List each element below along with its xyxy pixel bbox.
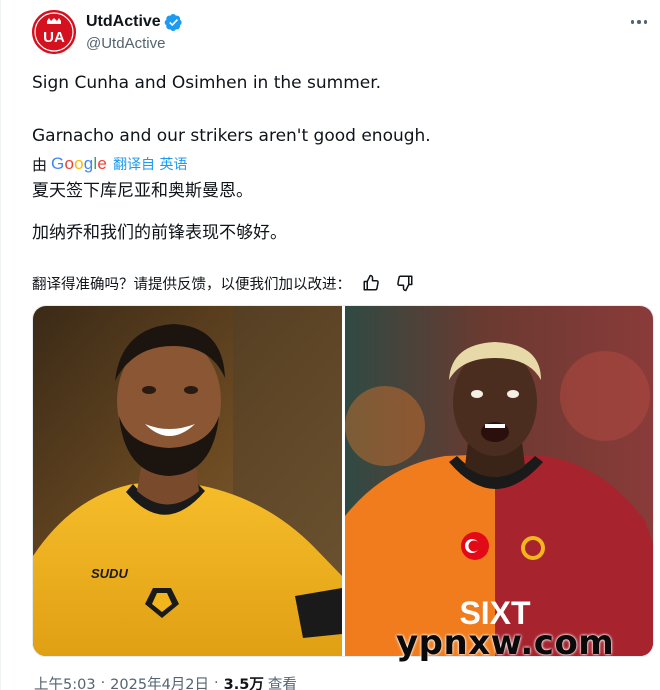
translated-by-label: 由	[32, 155, 48, 174]
tweet-meta: 上午5:03 · 2025年4月2日 · 3.5万 查看	[34, 672, 297, 690]
translated-line: 加纳乔和我们的前锋表现不够好。	[32, 223, 287, 243]
tweet-time[interactable]: 上午5:03	[34, 673, 96, 690]
svg-text:SUDU: SUDU	[91, 566, 128, 581]
translated-line: 夏天签下库尼亚和奥斯曼恩。	[32, 181, 253, 201]
tweet-media: SUDU SIXT	[32, 305, 654, 657]
feedback-prompt: 翻译得准确吗？请提供反馈，以便我们加以改进：	[32, 276, 351, 293]
tweet-date[interactable]: 2025年4月2日	[110, 673, 209, 690]
views-label: 查看	[267, 676, 297, 690]
thumbs-down-icon[interactable]	[391, 270, 419, 296]
google-logo[interactable]: Google	[51, 154, 107, 174]
verified-badge-icon[interactable]	[164, 13, 183, 32]
user-handle[interactable]: @UtdActive	[86, 35, 165, 52]
matheus-cunha-photo[interactable]: SUDU	[33, 306, 342, 656]
watermark-text: ypnxw.com	[396, 623, 615, 663]
tweet-text: Sign Cunha and Osimhen in the summer. Ga…	[32, 70, 642, 150]
timeline-border	[0, 0, 1, 690]
avatar[interactable]: UA	[32, 10, 76, 54]
views-count: 3.5万	[223, 676, 264, 690]
translation-attribution: 由 Google 翻译自 英语	[32, 153, 188, 175]
tweet-line: Garnacho and our strikers aren't good en…	[32, 126, 431, 146]
display-name[interactable]: UtdActive	[86, 13, 161, 31]
translation-feedback: 翻译得准确吗？请提供反馈，以便我们加以改进：	[32, 270, 419, 296]
more-icon[interactable]	[626, 12, 652, 32]
tweet-header: UA UtdActive @UtdActive	[32, 10, 652, 58]
thumbs-up-icon[interactable]	[357, 270, 385, 296]
translation-source-link[interactable]: 翻译自 英语	[113, 154, 187, 174]
svg-text:UA: UA	[43, 29, 65, 46]
separator: ·	[100, 675, 106, 690]
victor-osimhen-photo[interactable]: SIXT	[344, 306, 653, 656]
translated-text: 夏天签下库尼亚和奥斯曼恩。 加纳乔和我们的前锋表现不够好。	[32, 178, 642, 246]
tweet-line: Sign Cunha and Osimhen in the summer.	[32, 73, 382, 93]
separator: ·	[214, 675, 219, 690]
name-row: UtdActive	[86, 12, 183, 32]
